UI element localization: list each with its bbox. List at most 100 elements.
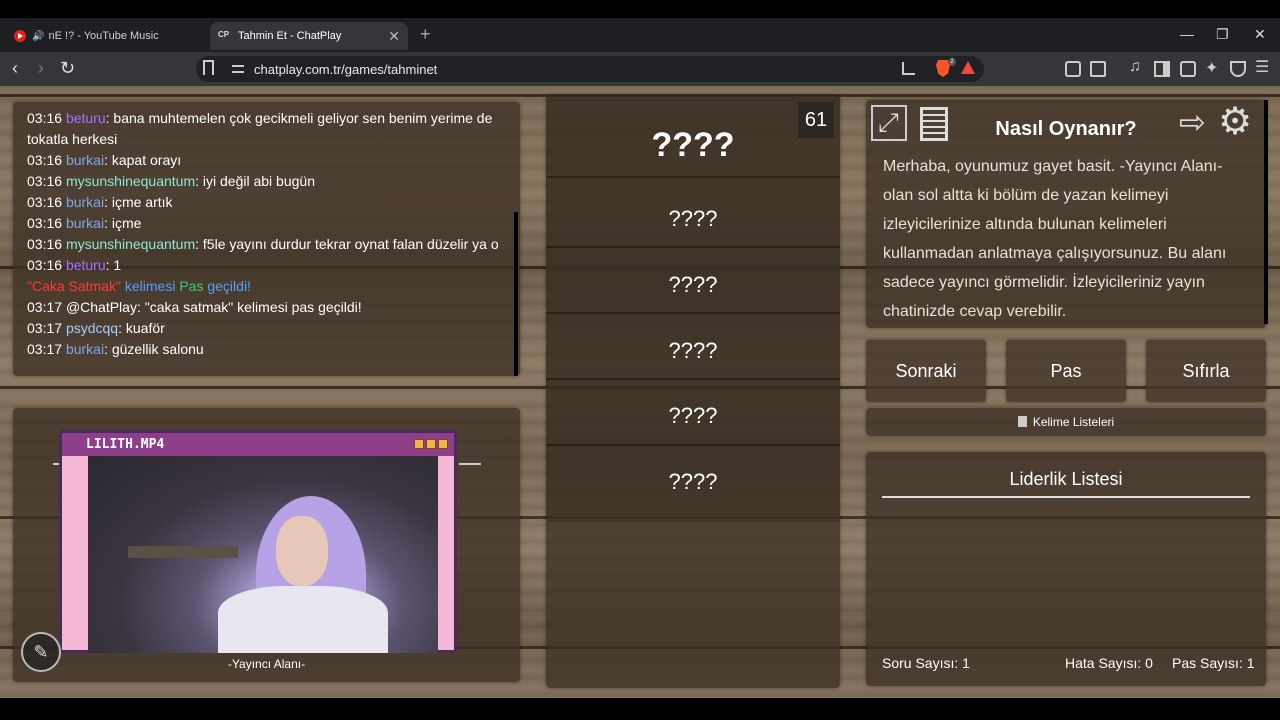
site-info-icon[interactable]: [232, 63, 244, 75]
pass-button[interactable]: Pas: [1006, 340, 1126, 402]
word-divider: [546, 312, 840, 314]
system-message: "Caka Satmak" kelimesi Pas geçildi!: [27, 276, 506, 297]
leaderboard-panel: Liderlik Listesi Soru Sayısı: 1 Hata Say…: [866, 452, 1266, 686]
chat-messages: 03:16 beturu: bana muhtemelen çok gecikm…: [27, 108, 506, 360]
document-icon: [1017, 416, 1027, 427]
url-text[interactable]: chatplay.com.tr/games/tahminet: [254, 62, 437, 77]
chat-text: : f5le yayını durdur tekrar oynat falan …: [195, 236, 499, 252]
forbidden-word-2: ????: [668, 272, 718, 297]
exit-icon[interactable]: [1176, 103, 1212, 141]
tab-bar: 🔊 nE !? - YouTube Music CP Tahmin Et - C…: [0, 18, 1280, 52]
help-scrollbar[interactable]: [1264, 100, 1268, 324]
sidebar-icon[interactable]: [1154, 61, 1170, 77]
bookmark-icon[interactable]: [203, 60, 214, 75]
chat-username[interactable]: burkai: [66, 341, 104, 357]
chat-timestamp: 03:17: [27, 341, 66, 357]
secret-word: ????: [651, 126, 735, 164]
chat-message: 03:17 psydcqq: kuaför: [27, 318, 506, 339]
reload-button[interactable]: ↻: [60, 58, 75, 79]
chat-timestamp: 03:16: [27, 257, 66, 273]
divider: [459, 463, 481, 465]
extensions-icon[interactable]: [1065, 61, 1081, 77]
word-lists-button[interactable]: Kelime Listeleri: [866, 408, 1266, 436]
vpn-icon[interactable]: [1230, 61, 1246, 77]
streamer-face: [276, 516, 328, 586]
chat-username[interactable]: psydcqq: [66, 320, 118, 336]
chat-panel[interactable]: 03:16 beturu: bana muhtemelen çok gecikm…: [13, 102, 520, 376]
close-window-icon[interactable]: ✕: [1254, 26, 1266, 43]
chat-message: 03:16 mysunshinequantum: iyi değil abi b…: [27, 171, 506, 192]
chat-username[interactable]: burkai: [66, 194, 104, 210]
chat-text: : 1: [105, 257, 122, 273]
word-column: 61 ???? ???? ???? ???? ???? ????: [546, 96, 840, 688]
overlay-close-icon: [438, 439, 448, 449]
chat-timestamp: 03:16: [27, 236, 66, 252]
chat-timestamp: 03:17: [27, 299, 66, 315]
restore-icon[interactable]: ❐: [1216, 26, 1229, 43]
chat-username[interactable]: beturu: [66, 257, 106, 273]
capture-icon[interactable]: [1090, 61, 1106, 77]
chat-scrollbar[interactable]: [514, 212, 518, 376]
overlay-minimize-icon: [414, 439, 424, 449]
chat-timestamp: 03:16: [27, 215, 66, 231]
close-tab-icon[interactable]: ✕: [388, 28, 400, 45]
chat-text: : iyi değil abi bugün: [195, 173, 315, 189]
brave-rewards-icon[interactable]: [961, 61, 975, 74]
speaker-icon[interactable]: 🔊: [32, 31, 44, 42]
shields-badge: 2: [948, 58, 956, 66]
streamer-area-caption: -Yayıncı Alanı-: [227, 657, 306, 671]
system-pass-label: Pas: [179, 278, 204, 294]
chat-message: 03:16 burkai: kapat orayı: [27, 150, 506, 171]
chat-username[interactable]: beturu: [66, 110, 106, 126]
chat-username[interactable]: burkai: [66, 152, 104, 168]
chat-text: : kuaför: [118, 320, 165, 336]
address-bar[interactable]: chatplay.com.tr/games/tahminet 2: [196, 56, 984, 82]
chat-text: @ChatPlay: "caka satmak" kelimesi pas ge…: [65, 299, 362, 315]
gear-icon[interactable]: [1218, 99, 1254, 144]
chat-timestamp: 03:16: [27, 194, 66, 210]
forward-button[interactable]: ›: [38, 58, 44, 79]
reset-button[interactable]: Sıfırla: [1146, 340, 1266, 402]
tab-title: Tahmin Et - ChatPlay: [238, 30, 342, 42]
back-button[interactable]: ‹: [12, 58, 18, 79]
chat-username[interactable]: mysunshinequantum: [66, 236, 195, 252]
game-page: 03:16 beturu: bana muhtemelen çok gecikm…: [0, 86, 1280, 698]
browser-toolbar: ‹ › ↻ chatplay.com.tr/games/tahminet 2: [0, 52, 1280, 86]
forbidden-word-4: ????: [668, 403, 718, 428]
tab-chatplay[interactable]: CP Tahmin Et - ChatPlay ✕: [210, 22, 408, 50]
chat-message: 03:16 burkai: içme artık: [27, 192, 506, 213]
leo-ai-icon[interactable]: [1204, 58, 1220, 78]
chat-text: : içme: [104, 215, 142, 231]
chat-username[interactable]: mysunshinequantum: [66, 173, 195, 189]
overlay-window-buttons: [414, 439, 448, 449]
chat-timestamp: 03:16: [27, 110, 66, 126]
webcam-video: [88, 456, 438, 653]
edit-pencil-button[interactable]: ✎: [21, 632, 61, 672]
leaderboard-title: Liderlik Listesi: [1009, 469, 1123, 489]
chat-message: 03:16 beturu: 1: [27, 255, 506, 276]
chat-text: : kapat orayı: [104, 152, 182, 168]
new-tab-button[interactable]: +: [420, 24, 431, 45]
forbidden-word-5: ????: [668, 469, 718, 494]
next-button[interactable]: Sonraki: [866, 340, 986, 402]
minimize-icon[interactable]: —: [1180, 26, 1194, 42]
media-icon[interactable]: [1128, 58, 1144, 77]
wallet-icon[interactable]: [1180, 61, 1196, 77]
share-icon[interactable]: [902, 62, 915, 75]
forbidden-word-1: ????: [668, 206, 718, 231]
leaderboard-divider: [882, 496, 1250, 498]
word-divider: [546, 444, 840, 446]
error-count: Hata Sayısı: 0: [1065, 655, 1153, 671]
how-to-play-panel: Nasıl Oynanır? Merhaba, oyunumuz gayet b…: [866, 99, 1268, 328]
system-text: geçildi!: [203, 278, 251, 294]
background-shelf: [128, 546, 238, 558]
chat-username[interactable]: burkai: [66, 215, 104, 231]
chat-message: 03:16 burkai: içme: [27, 213, 506, 234]
tab-title: nE !? - YouTube Music: [48, 30, 159, 42]
menu-icon[interactable]: [1254, 57, 1270, 77]
tab-youtube-music[interactable]: 🔊 nE !? - YouTube Music: [6, 22, 202, 50]
system-text: kelimesi: [120, 278, 180, 294]
chat-message: 03:16 beturu: bana muhtemelen çok gecikm…: [27, 108, 506, 150]
word-divider: [546, 378, 840, 380]
chat-text: : içme artık: [104, 194, 173, 210]
